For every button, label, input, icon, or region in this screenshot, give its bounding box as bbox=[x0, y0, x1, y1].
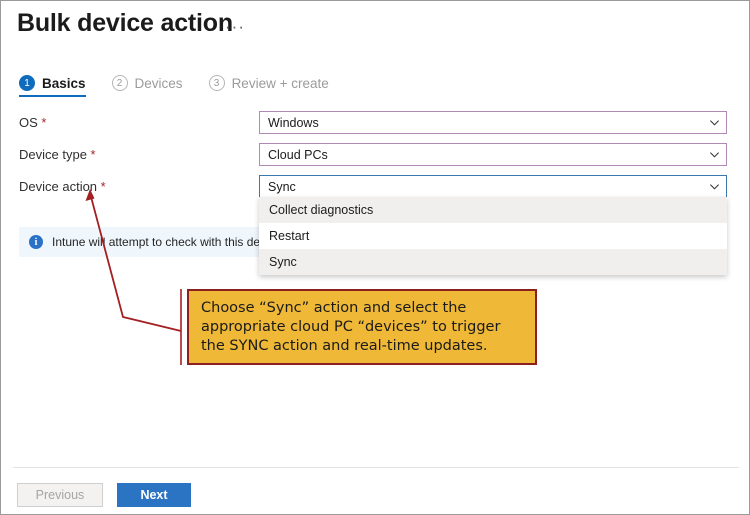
os-required-marker: * bbox=[41, 115, 47, 130]
chevron-down-icon bbox=[710, 152, 719, 158]
dropdown-option-restart[interactable]: Restart bbox=[259, 223, 727, 249]
device-type-required-marker: * bbox=[90, 147, 96, 162]
device-type-label-text: Device type bbox=[19, 147, 87, 162]
os-select-value: Windows bbox=[268, 115, 319, 130]
info-banner-text: Intune will attempt to check with this d… bbox=[52, 235, 261, 249]
wizard-step-tabs: 1 Basics 2 Devices 3 Review + create bbox=[19, 75, 355, 97]
device-type-field-label: Device type * bbox=[19, 147, 96, 162]
step-number-circle-2: 2 bbox=[111, 75, 128, 91]
next-button[interactable]: Next bbox=[117, 483, 191, 507]
device-action-required-marker: * bbox=[100, 179, 106, 194]
tab-basics-label: Basics bbox=[42, 75, 86, 91]
info-icon: i bbox=[29, 235, 43, 249]
os-select[interactable]: Windows bbox=[259, 111, 727, 134]
previous-button[interactable]: Previous bbox=[17, 483, 103, 507]
os-field-label: OS * bbox=[19, 115, 46, 130]
dropdown-option-sync[interactable]: Sync bbox=[259, 249, 727, 275]
tab-basics[interactable]: 1 Basics bbox=[19, 75, 86, 97]
device-action-dropdown-list[interactable]: Collect diagnostics Restart Sync bbox=[259, 197, 727, 275]
device-action-field-label: Device action * bbox=[19, 179, 106, 194]
chevron-down-icon bbox=[710, 184, 719, 190]
step-number-circle-1: 1 bbox=[19, 75, 35, 91]
annotation-callout-text: Choose “Sync” action and select the appr… bbox=[189, 299, 510, 356]
tab-devices-label: Devices bbox=[134, 75, 183, 91]
annotation-line-2: appropriate cloud PC “devices” to trigge… bbox=[201, 318, 501, 335]
device-action-select[interactable]: Sync bbox=[259, 175, 727, 198]
annotation-line-3: the SYNC action and real-time updates. bbox=[201, 337, 488, 354]
footer-divider bbox=[13, 467, 739, 468]
bulk-device-action-panel: Bulk device action ··· 1 Basics 2 Device… bbox=[0, 0, 750, 515]
dropdown-option-collect-diagnostics[interactable]: Collect diagnostics bbox=[259, 197, 727, 223]
tab-review-create[interactable]: 3 Review + create bbox=[208, 75, 329, 97]
tab-review-create-label: Review + create bbox=[231, 75, 329, 91]
tab-devices[interactable]: 2 Devices bbox=[111, 75, 183, 97]
annotation-callout-box: Choose “Sync” action and select the appr… bbox=[187, 289, 537, 365]
device-action-select-value: Sync bbox=[268, 179, 296, 194]
device-type-select-value: Cloud PCs bbox=[268, 147, 328, 162]
active-tab-underline bbox=[19, 95, 86, 97]
chevron-down-icon bbox=[710, 120, 719, 126]
overflow-menu-icon[interactable]: ··· bbox=[225, 18, 245, 35]
step-number-circle-3: 3 bbox=[208, 75, 225, 91]
os-label-text: OS bbox=[19, 115, 38, 130]
annotation-line-1: Choose “Sync” action and select the bbox=[201, 299, 467, 316]
device-action-label-text: Device action bbox=[19, 179, 98, 194]
device-type-select[interactable]: Cloud PCs bbox=[259, 143, 727, 166]
page-title: Bulk device action bbox=[17, 9, 233, 37]
